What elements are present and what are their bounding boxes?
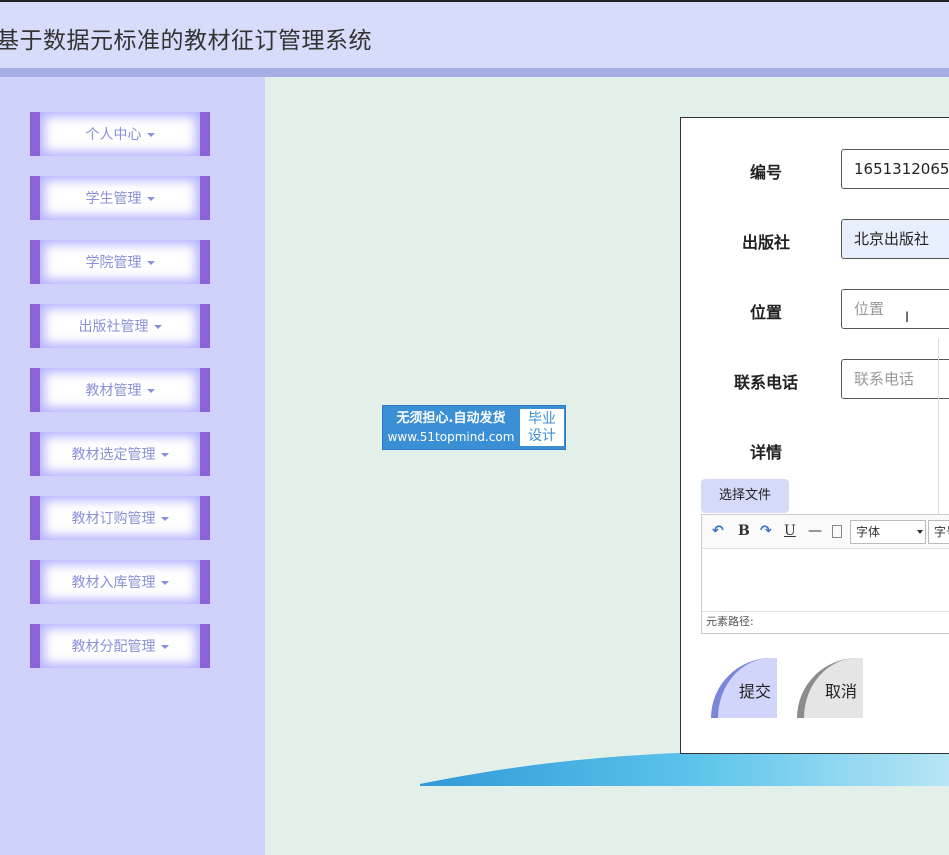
cancel-label: 取消	[825, 682, 858, 701]
bold-icon[interactable]: B	[738, 523, 750, 539]
choose-file-button[interactable]: 选择文件	[701, 479, 789, 513]
submit-label: 提交	[739, 682, 772, 701]
publisher-form: 编号 1651312065 出版社 北京出版社 位置 位置 Ι 联系电话 联系电…	[680, 117, 949, 754]
caret-down-icon	[146, 133, 155, 137]
cancel-button[interactable]: 取消	[797, 658, 863, 718]
sidebar-item-student-management[interactable]: 学生管理	[30, 176, 210, 220]
font-size-value: 字号	[934, 525, 949, 539]
promo-url: www.51topmind.com	[387, 430, 515, 444]
font-family-value: 字体	[856, 525, 881, 539]
font-size-select[interactable]: 字号	[928, 520, 949, 544]
caret-down-icon	[160, 453, 169, 457]
sidebar-item-textbook-distribution[interactable]: 教材分配管理	[30, 624, 210, 668]
underline-icon[interactable]: U	[784, 523, 796, 539]
caret-down-icon	[160, 581, 169, 585]
sidebar-item-textbook-selection[interactable]: 教材选定管理	[30, 432, 210, 476]
publisher-label: 出版社	[741, 233, 790, 252]
promo-line-1: 无须担心.自动发货	[396, 411, 506, 426]
sidebar-item-label: 教材入库管理	[71, 575, 156, 591]
text-cursor-icon: Ι	[905, 310, 910, 326]
sidebar-item-publisher-management[interactable]: 出版社管理	[30, 304, 210, 348]
caret-down-icon	[160, 645, 169, 649]
location-label: 位置	[749, 303, 782, 322]
chevron-down-icon	[917, 530, 923, 534]
rich-text-editor: ↶ B ↷ U — 字体 字号 元素路径:	[701, 514, 949, 634]
caret-down-icon	[160, 517, 169, 521]
header-divider	[0, 68, 949, 77]
dropdown-edge	[938, 338, 942, 518]
sidebar-item-label: 教材选定管理	[71, 447, 156, 463]
caret-down-icon	[146, 261, 155, 265]
phone-label: 联系电话	[733, 373, 798, 392]
promo-badge-line-1: 毕业	[528, 411, 556, 427]
sidebar-item-label: 学院管理	[85, 255, 142, 271]
sidebar-item-textbook-ordering[interactable]: 教材订购管理	[30, 496, 210, 540]
redo-icon[interactable]: ↷	[760, 523, 772, 539]
undo-icon[interactable]: ↶	[712, 523, 724, 539]
sidebar-item-label: 教材管理	[85, 383, 142, 399]
caret-down-icon	[146, 197, 155, 201]
location-input[interactable]: 位置	[841, 289, 949, 329]
editor-toolbar: ↶ B ↷ U — 字体 字号	[702, 515, 949, 549]
sidebar-item-college-management[interactable]: 学院管理	[30, 240, 210, 284]
caret-down-icon	[146, 389, 155, 393]
id-label: 编号	[749, 163, 782, 182]
details-label: 详情	[749, 443, 782, 462]
page-title: 基于数据元标准的教材征订管理系统	[0, 28, 372, 54]
element-path: 元素路径:	[702, 611, 949, 633]
promo-banner[interactable]: 无须担心.自动发货 www.51topmind.com 毕业 设计	[382, 405, 566, 450]
id-field[interactable]: 1651312065	[841, 149, 949, 189]
submit-button[interactable]: 提交	[711, 658, 777, 718]
publisher-field[interactable]: 北京出版社	[841, 219, 949, 259]
sidebar-item-label: 教材分配管理	[71, 639, 156, 655]
sidebar-item-textbook-stock-in[interactable]: 教材入库管理	[30, 560, 210, 604]
sidebar-item-label: 个人中心	[85, 127, 142, 143]
header: 基于数据元标准的教材征订管理系统	[0, 0, 949, 68]
page-icon[interactable]	[832, 525, 842, 538]
sidebar-item-personal-center[interactable]: 个人中心	[30, 112, 210, 156]
sidebar-item-label: 学生管理	[85, 191, 142, 207]
sidebar-item-label: 出版社管理	[78, 319, 149, 335]
font-family-select[interactable]: 字体	[850, 520, 926, 544]
promo-badge-line-2: 设计	[528, 428, 556, 444]
phone-input[interactable]: 联系电话	[841, 359, 949, 399]
sidebar-item-textbook-management[interactable]: 教材管理	[30, 368, 210, 412]
sidebar-item-label: 教材订购管理	[71, 511, 156, 527]
horizontal-rule-icon[interactable]: —	[808, 523, 822, 539]
promo-badge: 毕业 设计	[520, 409, 564, 446]
caret-down-icon	[153, 325, 162, 329]
editor-content[interactable]	[702, 549, 949, 613]
sidebar: 个人中心 学生管理 学院管理 出版社管理 教材管理 教材选定管理 教材订购管理 …	[0, 77, 265, 855]
